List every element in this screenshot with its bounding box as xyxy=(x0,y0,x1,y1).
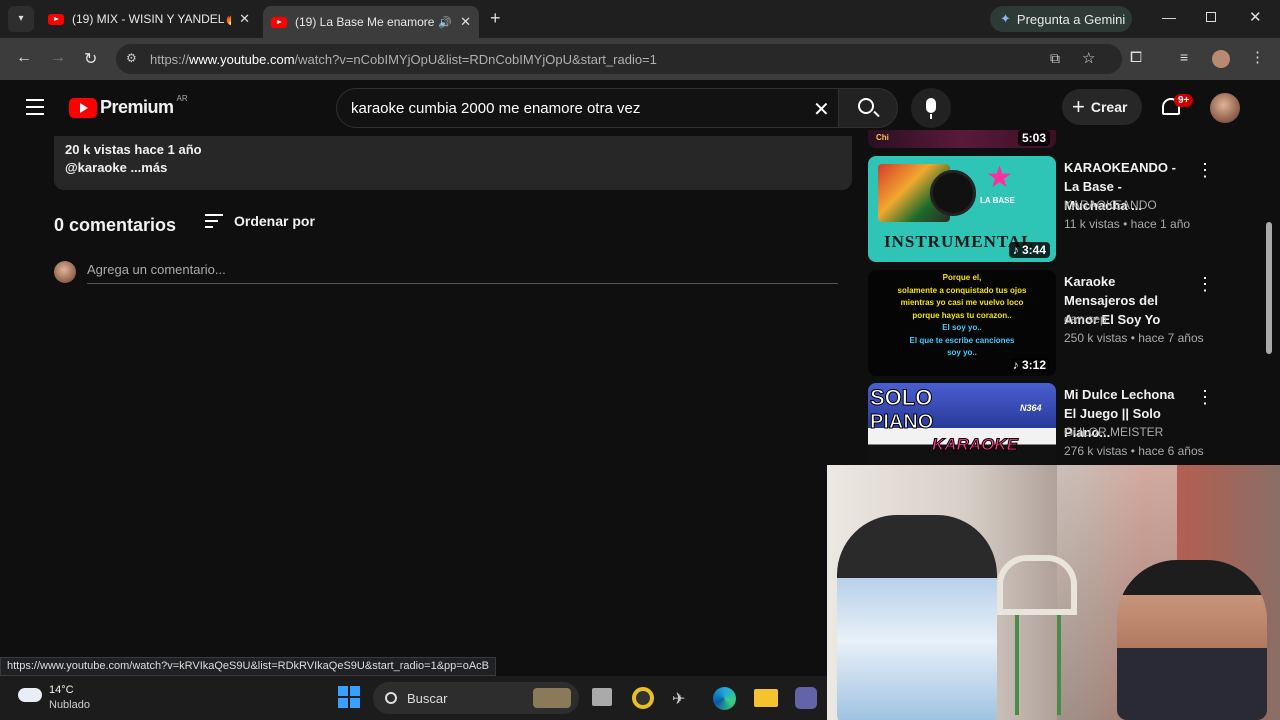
weather-condition: Nublado xyxy=(49,699,90,711)
more-options-icon[interactable]: ⋮ xyxy=(1196,387,1214,408)
comment-count: 0 comentarios xyxy=(54,215,177,235)
comment-input[interactable]: Agrega un comentario... xyxy=(87,262,838,284)
youtube-favicon-icon xyxy=(48,13,64,25)
person-right xyxy=(1117,560,1267,720)
windows-taskbar: 14°C Nublado Buscar ✈ xyxy=(0,676,828,720)
minimize-icon[interactable]: — xyxy=(1162,9,1176,25)
back-icon[interactable]: ← xyxy=(16,49,32,67)
youtube-favicon-icon xyxy=(271,16,287,28)
install-app-icon[interactable]: ⧉ xyxy=(1050,50,1060,67)
link-status-url: https://www.youtube.com/watch?v=kRVIkaQe… xyxy=(0,657,496,676)
video-thumbnail[interactable]: ★ LA BASE INSTRUMENTAL ♪ 3:44 xyxy=(868,156,1056,262)
notification-badge: 9+ xyxy=(1174,94,1194,107)
close-tab-icon[interactable]: ✕ xyxy=(239,11,250,27)
restore-icon[interactable] xyxy=(1206,12,1216,22)
search-highlight-icon xyxy=(533,688,571,708)
task-view-icon[interactable] xyxy=(592,688,612,706)
search-icon xyxy=(858,98,874,114)
weather-temp: 14°C xyxy=(49,684,74,696)
voice-search-button[interactable] xyxy=(911,88,951,128)
forward-icon[interactable]: → xyxy=(50,49,66,67)
game-app-icon[interactable]: ✈ xyxy=(672,689,685,709)
gemini-icon: ✦ xyxy=(1000,11,1011,26)
webcam-overlay xyxy=(827,465,1280,720)
sort-comments-button[interactable]: Ordenar por xyxy=(205,213,315,229)
star-logo-icon: ★ xyxy=(986,161,1013,194)
youtube-premium-logo[interactable]: Premium AR xyxy=(69,94,188,118)
file-explorer-icon[interactable] xyxy=(754,689,778,707)
teams-icon[interactable] xyxy=(795,687,817,709)
video-duration: 5:03 xyxy=(1017,130,1050,146)
video-duration: ♪ 3:44 xyxy=(1008,242,1050,258)
browser-tab[interactable]: (19) MIX - WISIN Y YANDEL🔥( ✕ xyxy=(40,6,258,32)
youtube-play-icon xyxy=(69,97,97,118)
search-button[interactable] xyxy=(838,88,898,128)
partial-top-thumbnail[interactable]: Chi 5:03 xyxy=(868,130,1056,148)
browser-menu-icon[interactable]: ⋮ xyxy=(1250,48,1265,66)
browser-tab-bar: ▾ (19) MIX - WISIN Y YANDEL🔥( ✕ (19) La … xyxy=(0,0,1280,38)
edge-icon[interactable] xyxy=(713,687,736,710)
chrome-taskbar-icon[interactable] xyxy=(632,687,654,709)
channel-name[interactable]: GULOR MEISTER xyxy=(1064,425,1163,439)
create-button[interactable]: + Crear xyxy=(1062,89,1142,125)
media-control-icon[interactable]: ≡ xyxy=(1180,49,1188,65)
search-icon xyxy=(385,692,397,704)
video-description[interactable]: 20 k vistas hace 1 año @karaoke ...más xyxy=(54,136,852,190)
commenter-avatar xyxy=(54,261,76,283)
weather-cloud-icon xyxy=(18,688,42,702)
taskbar-search[interactable]: Buscar xyxy=(373,682,579,714)
video-duration: ♪ 3:12 xyxy=(1008,357,1050,372)
video-thumbnail[interactable]: Porque el, solamente a conquistado tus o… xyxy=(868,270,1056,376)
channel-name[interactable]: KARAOKEANDO xyxy=(1064,198,1157,212)
clear-search-icon[interactable]: ✕ xyxy=(813,97,830,122)
site-info-icon[interactable]: ⚙ xyxy=(126,51,137,65)
video-meta: 276 k vistas • hace 6 años xyxy=(1064,444,1204,458)
sidebar-video[interactable]: Porque el, solamente a conquistado tus o… xyxy=(868,270,1214,376)
sidebar-video[interactable]: ★ LA BASE INSTRUMENTAL ♪ 3:44 KARAOKEAND… xyxy=(868,156,1214,262)
more-options-icon[interactable]: ⋮ xyxy=(1196,274,1214,295)
video-thumbnail[interactable]: SOLO PIANO N364 KARAOKE xyxy=(868,383,1056,465)
address-bar[interactable]: ⚙ https://www.youtube.com/watch?v=nCobIM… xyxy=(116,44,1122,74)
video-meta: 11 k vistas • hace 1 año xyxy=(1064,217,1191,231)
person-left xyxy=(837,515,997,720)
reload-icon[interactable]: ↻ xyxy=(84,49,97,69)
windows-start-icon[interactable] xyxy=(338,686,360,708)
more-options-icon[interactable]: ⋮ xyxy=(1196,160,1214,181)
notifications-button[interactable]: 9+ xyxy=(1160,94,1194,122)
hamburger-menu-icon[interactable] xyxy=(26,99,44,115)
video-meta: 250 k vistas • hace 7 años xyxy=(1064,331,1204,345)
browser-tab-active[interactable]: (19) La Base Me enamore o 🔊 ✕ xyxy=(263,6,479,38)
microphone-icon xyxy=(926,98,936,113)
bookmark-star-icon[interactable]: ☆ xyxy=(1082,49,1095,67)
close-tab-icon[interactable]: ✕ xyxy=(460,14,471,30)
plus-icon: + xyxy=(1072,94,1085,119)
close-window-icon[interactable]: ✕ xyxy=(1249,8,1262,26)
extensions-icon[interactable]: ⧠ xyxy=(1130,49,1142,66)
channel-name[interactable]: dan sep xyxy=(1064,312,1107,326)
profile-avatar[interactable] xyxy=(1212,50,1230,68)
page-scrollbar[interactable] xyxy=(1266,222,1272,354)
speaker-icon[interactable]: 🔊 xyxy=(438,16,452,29)
sort-icon xyxy=(205,214,225,228)
tab-list-button[interactable]: ▾ xyxy=(8,6,34,32)
view-stats: 20 k vistas hace 1 año xyxy=(65,142,202,157)
gemini-button[interactable]: ✦ Pregunta a Gemini xyxy=(990,6,1132,32)
new-tab-button[interactable]: + xyxy=(490,8,501,29)
description-more[interactable]: @karaoke ...más xyxy=(65,160,841,175)
search-input[interactable]: karaoke cumbia 2000 me enamore otra vez … xyxy=(336,88,848,128)
account-avatar[interactable] xyxy=(1210,93,1240,123)
